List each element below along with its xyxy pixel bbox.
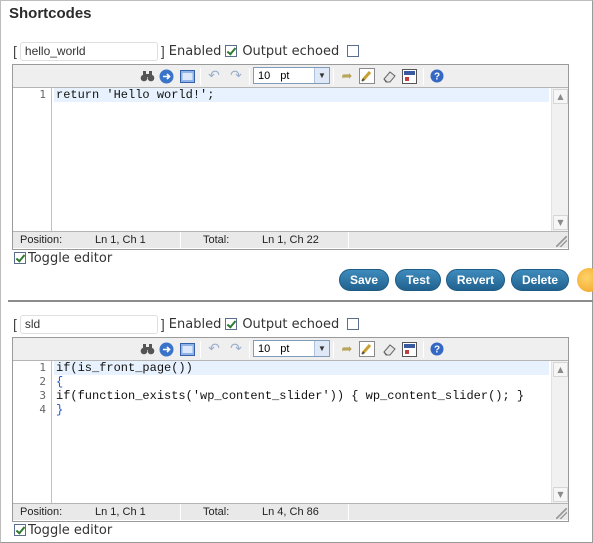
redo-icon[interactable]: ↷ [228,68,244,84]
reset-highlight-icon[interactable] [359,68,375,84]
shortcode-name-input[interactable] [19,41,158,61]
font-size-value: 10 [258,69,271,82]
font-size-select[interactable]: 10 pt ▼ [253,67,330,84]
eraser-icon[interactable] [381,341,397,357]
vertical-scrollbar[interactable]: ▲ ▼ [551,88,568,231]
line-number: 1 [39,88,46,101]
output-echoed-label: Output echoed [242,316,340,332]
go-to-line-icon[interactable] [158,341,174,357]
position-value: Ln 1, Ch 1 [95,234,146,246]
code-lines[interactable]: return 'Hello world!'; [54,88,549,102]
output-echoed-checkbox[interactable] [347,45,360,57]
code-line[interactable]: return 'Hello world!'; [54,88,549,102]
save-button[interactable]: Save [339,269,389,291]
test-button[interactable]: Test [395,269,441,291]
line-number: 2 [39,375,46,388]
search-icon[interactable] [139,68,155,84]
code-editor: ↶ ↷ 10 pt ▼ ➦ ? 1 2 3 4 if(is_front_page… [12,337,569,522]
shortcode-header-2: [ ] Enabled Output echoed [13,314,360,334]
editor-toolbar: ↶ ↷ 10 pt ▼ ➦ ? [13,65,568,88]
line-number: 1 [39,361,46,374]
help-icon[interactable]: ? [429,68,445,84]
editor-toolbar: ↶ ↷ 10 pt ▼ ➦ ? [13,338,568,361]
line-numbers: 1 [13,88,49,102]
toggle-editor-label: Toggle editor [28,522,113,538]
editor-statusbar: Position: Ln 1, Ch 1 Total: Ln 4, Ch 86 [13,503,568,520]
font-size-select[interactable]: 10 pt ▼ [253,340,330,357]
go-to-line-icon[interactable] [158,68,174,84]
enabled-label: Enabled [168,316,222,332]
toggle-editor-checkbox[interactable] [14,524,26,536]
output-echoed-checkbox[interactable] [347,318,360,330]
enabled-checkbox[interactable] [225,318,238,330]
total-label: Total: [203,234,230,246]
revert-button[interactable]: Revert [446,269,505,291]
toggle-editor-row-1: Toggle editor [14,250,116,266]
code-lines[interactable]: if(is_front_page()) { if(function_exists… [54,361,549,417]
resize-grip-icon[interactable] [556,236,567,247]
fullscreen-icon[interactable] [179,68,195,84]
reset-highlight-icon[interactable] [359,341,375,357]
code-area[interactable]: 1 return 'Hello world!'; ▲ ▼ [13,88,568,231]
font-size-unit: pt [280,69,290,82]
position-label: Position: [20,506,63,518]
line-number: 3 [39,389,46,402]
code-line[interactable]: { [54,375,549,389]
highlight-toggle-icon[interactable] [401,341,417,357]
highlight-toggle-icon[interactable] [401,68,417,84]
fullscreen-icon[interactable] [179,341,195,357]
code-line[interactable]: if(is_front_page()) [54,361,549,375]
code-line[interactable]: } [54,403,549,417]
line-numbers: 1 2 3 4 [13,361,49,417]
position-label: Position: [20,234,63,246]
vertical-scrollbar[interactable]: ▲ ▼ [551,361,568,503]
chevron-down-icon: ▼ [314,341,329,356]
svg-text:?: ? [434,345,440,356]
redo-icon[interactable]: ↷ [228,341,244,357]
svg-text:?: ? [434,72,440,83]
position-value: Ln 1, Ch 1 [95,506,146,518]
code-line[interactable]: if(function_exists('wp_content_slider'))… [54,389,549,403]
scroll-up-icon[interactable]: ▲ [553,362,568,377]
font-size-value: 10 [258,342,271,355]
toggle-editor-row-2: Toggle editor [14,522,116,538]
line-number: 4 [39,403,46,416]
shortcode-name-input[interactable] [19,314,158,334]
shortcode-header-1: [ ] Enabled Output echoed [13,41,360,61]
total-value: Ln 4, Ch 86 [262,506,319,518]
enabled-checkbox[interactable] [225,45,238,57]
total-value: Ln 1, Ch 22 [262,234,319,246]
undo-icon[interactable]: ↶ [206,68,222,84]
bracket-open: [ [13,316,17,332]
enabled-label: Enabled [168,43,222,59]
total-label: Total: [203,506,230,518]
scroll-down-icon[interactable]: ▼ [553,215,568,230]
code-editor: ↶ ↷ 10 pt ▼ ➦ ? 1 return 'Hello world!'; [12,64,569,250]
code-area[interactable]: 1 2 3 4 if(is_front_page()) { if(functio… [13,361,568,503]
chevron-down-icon: ▼ [314,68,329,83]
search-icon[interactable] [139,341,155,357]
resize-grip-icon[interactable] [556,508,567,519]
font-size-unit: pt [280,342,290,355]
output-echoed-label: Output echoed [242,43,340,59]
undo-icon[interactable]: ↶ [206,341,222,357]
bracket-open: [ [13,43,17,59]
scroll-up-icon[interactable]: ▲ [553,89,568,104]
syntax-highlight-icon[interactable]: ➦ [339,341,355,357]
delete-button[interactable]: Delete [511,269,569,291]
scroll-down-icon[interactable]: ▼ [553,487,568,502]
toggle-editor-checkbox[interactable] [14,252,26,264]
syntax-highlight-icon[interactable]: ➦ [339,68,355,84]
bracket-close: ] [160,43,165,59]
help-icon[interactable]: ? [429,341,445,357]
eraser-icon[interactable] [381,68,397,84]
section-divider [8,300,593,302]
editor-statusbar: Position: Ln 1, Ch 1 Total: Ln 1, Ch 22 [13,231,568,248]
page-title: Shortcodes [9,5,92,22]
toggle-editor-label: Toggle editor [28,250,113,266]
bracket-close: ] [160,316,165,332]
